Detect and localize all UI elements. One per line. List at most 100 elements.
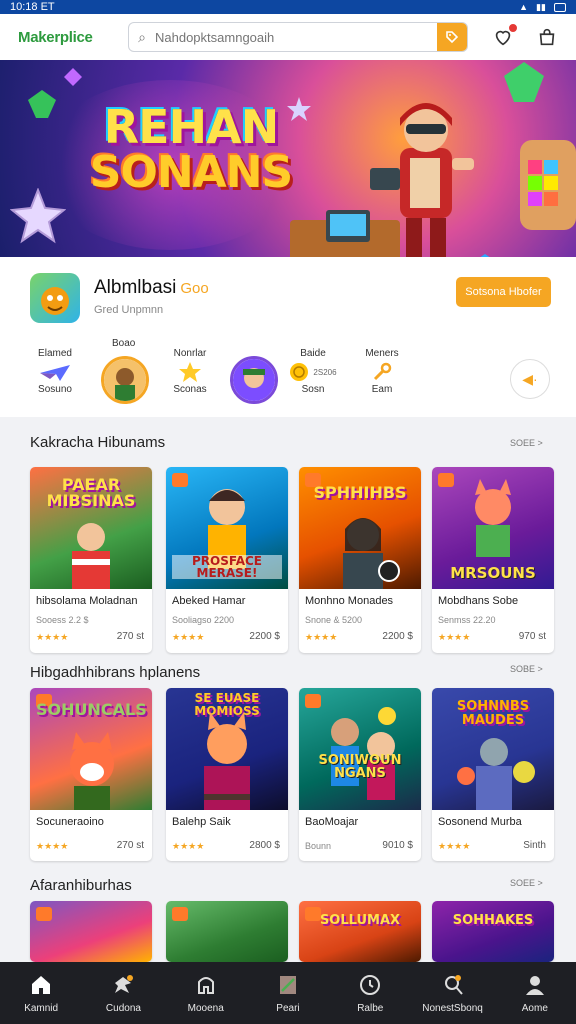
category-item[interactable]: Baide 2S206 Sosn: [283, 347, 343, 397]
see-more-link[interactable]: SOEE >: [510, 438, 543, 448]
search-bar[interactable]: ⌕: [128, 22, 468, 52]
bag-icon: [539, 28, 555, 46]
game-card[interactable]: MRSOUNS Mobdhans Sobe Senmss 22.20 ★★★★ …: [432, 467, 554, 653]
search-submit-button[interactable]: [437, 23, 467, 51]
card-rating: ★★★★: [438, 841, 471, 851]
game-card[interactable]: [30, 901, 152, 962]
section-title: Afaranhiburhas: [30, 877, 132, 894]
notifications-button[interactable]: [492, 23, 518, 48]
category-item[interactable]: Elamed Sosuno: [25, 347, 85, 397]
category-avatar[interactable]: [101, 356, 149, 404]
green-gem-icon: [504, 62, 544, 102]
card-price: 970 st: [518, 631, 546, 642]
search-input[interactable]: [155, 29, 437, 45]
nav-item-profile[interactable]: Aome: [494, 962, 576, 1024]
arcade-machine-illustration: [290, 210, 400, 257]
card-price: 270 st: [116, 631, 144, 642]
app-name-text: Albmlbasi: [94, 277, 177, 298]
card-rating: ★★★★: [36, 632, 69, 642]
card-meta: Sooess 2.2 $: [36, 615, 89, 625]
card-title: Mobdhans Sobe: [438, 595, 519, 607]
store-icon: [197, 976, 214, 994]
card-price: 9010 $: [382, 840, 413, 851]
signal-icon: ▮▮: [536, 1, 546, 12]
search-icon: ⌕: [138, 28, 146, 45]
card-meta: Senmss 22.20: [438, 615, 496, 625]
category-item[interactable]: Nonrlar Sconas: [160, 347, 220, 397]
app-tag: Goo: [180, 280, 209, 297]
game-card[interactable]: [166, 901, 288, 962]
green-gem-icon: [28, 90, 56, 118]
section-title: Kakracha Hibunams: [30, 434, 166, 451]
status-time: 10:18 ET: [10, 1, 55, 13]
card-title: BaoMoajar: [305, 816, 359, 828]
category-avatar[interactable]: [230, 356, 278, 404]
tag-icon: [446, 31, 459, 44]
card-meta: Snone & 5200: [305, 615, 363, 625]
status-icons: ▲ ▮▮: [519, 2, 566, 13]
card-badge: [438, 473, 454, 487]
see-more-link[interactable]: SOBE >: [510, 664, 543, 674]
category-item[interactable]: Meners Eam: [352, 347, 412, 397]
star-icon: [179, 362, 201, 382]
wrench-icon: [373, 362, 392, 381]
top-bar: Makerplice ⌕: [0, 14, 576, 60]
home-icon: [32, 975, 51, 994]
card-price: Sinth: [523, 840, 546, 851]
card-badge: [36, 907, 52, 921]
cta-button[interactable]: Sotsona Hbofer: [456, 277, 551, 307]
game-card[interactable]: SOHUNCALS Socuneraoino ★★★★ 270 st: [30, 688, 152, 861]
nav-item-store[interactable]: Mooena: [165, 962, 247, 1024]
game-card[interactable]: SE EUASE MOMIOSS Balehp Saik ★★★★ 2800 $: [166, 688, 288, 861]
card-rating: ★★★★: [36, 841, 69, 851]
nav-item-games[interactable]: Cudona: [82, 962, 164, 1024]
nav-item-home[interactable]: Kamnid: [0, 962, 82, 1024]
card-price: 270 st: [116, 840, 144, 851]
game-card[interactable]: SPHHIHBS Monhno Monades Snone & 5200 ★★★…: [299, 467, 421, 653]
map-icon: [279, 975, 296, 994]
card-price: 2800 $: [249, 840, 280, 851]
card-rating: ★★★★: [172, 632, 205, 642]
game-card[interactable]: PROSFACE MERASE! Abeked Hamar Sooliagso …: [166, 467, 288, 653]
card-title: hibsolama Moladnan: [36, 595, 138, 607]
see-more-link[interactable]: SOEE >: [510, 878, 543, 888]
notification-badge: [508, 23, 518, 33]
location-icon: [444, 974, 463, 995]
game-card[interactable]: PAEAR MIBSINAS hibsolama Moladnan Sooess…: [30, 467, 152, 653]
section-title: Hibgadhhibrans hplanens: [30, 664, 201, 681]
card-badge: [172, 473, 188, 487]
cart-button[interactable]: [536, 26, 558, 48]
app-logo[interactable]: Makerplice: [18, 29, 124, 46]
battery-icon: [554, 2, 566, 12]
coin-amount: 2S206: [313, 367, 337, 377]
card-rating: ★★★★: [172, 841, 205, 851]
guitar-illustration: [520, 140, 576, 230]
game-card[interactable]: SOHNNBS MAUDES Sosonend Murba ★★★★ Sinth: [432, 688, 554, 861]
card-title: Sosonend Murba: [438, 816, 522, 828]
game-card[interactable]: SOLLUMAX: [299, 901, 421, 962]
card-rating: ★★★★: [438, 632, 471, 642]
game-card[interactable]: SOHHAKES: [432, 901, 554, 962]
coin-icon: [290, 363, 309, 381]
card-title: Balehp Saik: [172, 816, 231, 828]
app-subtitle: Gred Unpmnn: [94, 304, 164, 316]
chevron-left-icon: ◀·: [522, 370, 538, 387]
category-label: Boao: [112, 338, 136, 349]
back-button[interactable]: ◀·: [510, 359, 550, 399]
app-name: Albmlbasi Goo: [94, 277, 209, 299]
app-icon[interactable]: [30, 273, 80, 323]
status-bar: 10:18 ET ▲ ▮▮: [0, 0, 576, 14]
card-badge: [172, 907, 188, 921]
hero-banner[interactable]: REHAN SONANS: [0, 60, 576, 257]
profile-icon: [525, 975, 544, 995]
bottom-nav: Kamnid Cudona Mooena Peari Ralbe NonestS…: [0, 962, 576, 1024]
puzzle-icon: [115, 974, 134, 993]
game-card[interactable]: SONIWOUN NGANS BaoMoajar Bounn 9010 $: [299, 688, 421, 861]
card-price: 2200 $: [382, 631, 413, 642]
nav-item-nearby[interactable]: NonestSbonq: [411, 962, 493, 1024]
hero-title: REHAN SONANS: [89, 100, 293, 198]
card-price: 2200 $: [249, 631, 280, 642]
nav-item-activity[interactable]: Ralbe: [329, 962, 411, 1024]
nav-item-map[interactable]: Peari: [247, 962, 329, 1024]
card-title: Monhno Monades: [305, 595, 394, 607]
